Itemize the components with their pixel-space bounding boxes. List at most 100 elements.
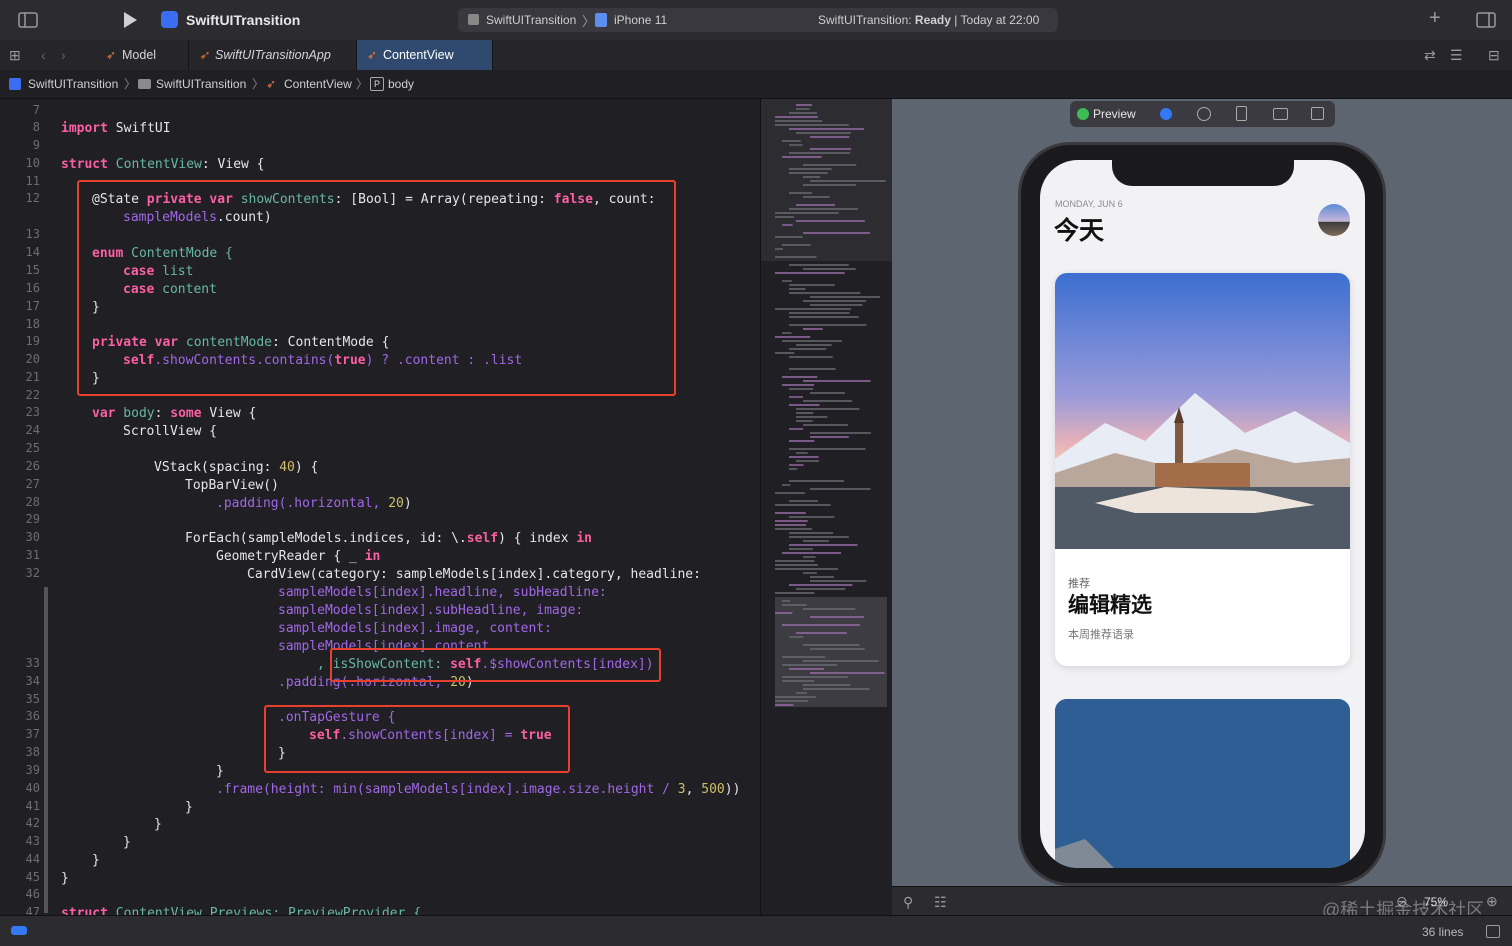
add-icon[interactable]: + [1429, 8, 1441, 28]
inspector-toggle-icon[interactable] [1476, 12, 1496, 32]
line-number: 45 [25, 870, 40, 884]
line-number: 9 [32, 138, 40, 152]
code-token: .frame(height: min(sampleModels[index].i… [216, 782, 678, 797]
code-token: sampleModels[index].image, content: [278, 621, 552, 636]
code-token: } [216, 764, 224, 779]
code-token: 500 [701, 782, 725, 797]
code-token: VStack(spacing: [154, 460, 280, 475]
code-token: in [576, 531, 593, 546]
code-line: CardView(category: sampleModels[index].c… [247, 566, 701, 584]
page-title: 今天 [1054, 217, 1105, 245]
swift-file-icon: ➶ [199, 48, 210, 62]
code-line: struct ContentView_Previews: PreviewProv… [61, 905, 421, 915]
scheme-status-bar: SwiftUITransition 〉 iPhone 11 SwiftUITra… [458, 8, 1058, 32]
line-number: 24 [25, 423, 40, 437]
line-number: 34 [25, 674, 40, 688]
forward-icon[interactable]: › [61, 47, 66, 63]
panel-toggle-icon[interactable] [1486, 925, 1500, 938]
line-number: 46 [25, 887, 40, 901]
line-number: 36 [25, 709, 40, 723]
device-notch [1112, 158, 1294, 186]
tab-contentview[interactable]: ➶ ContentView [357, 40, 493, 70]
rotate-icon[interactable] [1236, 106, 1247, 121]
code-token: } [61, 871, 69, 886]
chevron-right-icon: 〉 [356, 77, 369, 91]
code-line: .padding(.horizontal, 20) [216, 495, 412, 513]
status-bar: 36 lines [0, 915, 1512, 946]
swap-icon[interactable]: ⇄ [1424, 47, 1436, 63]
code-token: struct [61, 157, 108, 172]
back-icon[interactable]: ‹ [41, 47, 46, 63]
navigator-toggle-icon[interactable] [18, 12, 38, 32]
card-second[interactable] [1055, 699, 1350, 868]
chevron-right-icon: 〉 [582, 14, 596, 29]
scheme-selector[interactable]: SwiftUITransition [486, 13, 576, 27]
pin-icon[interactable]: ⚲ [903, 894, 913, 910]
line-number: 32 [25, 566, 40, 580]
breadcrumb-project[interactable]: SwiftUITransition [28, 77, 118, 91]
code-token: some [170, 406, 202, 421]
code-line: TopBarView() [185, 477, 279, 495]
highlight-box-ontapgesture [264, 705, 570, 773]
editor-options-icon[interactable]: ☰ [1450, 47, 1463, 63]
code-token: : View { [201, 157, 265, 172]
live-preview-icon[interactable] [1160, 108, 1172, 120]
inspect-icon[interactable] [1197, 107, 1211, 121]
device-selector[interactable]: iPhone 11 [614, 13, 667, 27]
code-token: )) [724, 782, 741, 797]
project-icon [9, 78, 21, 90]
folder-icon [138, 79, 151, 89]
line-number: 38 [25, 745, 40, 759]
code-editor[interactable]: 7 8 9 10 11 12 13 14 15 16 17 18 19 20 21 22 23 24 25 26 27 2… [0, 99, 760, 915]
line-number: 39 [25, 763, 40, 777]
preview-live-icon [1077, 108, 1089, 120]
preview-label[interactable]: Preview [1093, 107, 1136, 121]
code-token: ) [403, 496, 412, 511]
line-number: 31 [25, 548, 40, 562]
chevron-right-icon: 〉 [124, 77, 137, 91]
tab-label: Model [122, 48, 157, 62]
run-icon[interactable] [122, 11, 138, 33]
code-token: ContentView_Previews: PreviewProvider { [107, 906, 422, 915]
code-token: GeometryReader { _ [216, 549, 365, 564]
line-number: 13 [25, 227, 40, 241]
line-number: 11 [25, 174, 40, 188]
device-settings-icon[interactable] [1273, 108, 1288, 120]
date-label: MONDAY, JUN 6 [1055, 199, 1123, 209]
line-number: 35 [25, 692, 40, 706]
code-line: } [92, 852, 100, 870]
minimap[interactable] [760, 99, 892, 915]
code-token: 40 [279, 460, 295, 475]
code-token: ForEach(sampleModels.indices, id: \. [185, 531, 467, 546]
line-number: 17 [25, 299, 40, 313]
code-token: .padding(.horizontal, [216, 496, 389, 511]
code-token: ) { index [498, 531, 577, 546]
avatar[interactable] [1318, 204, 1350, 236]
breadcrumb-file[interactable]: ContentView [284, 77, 352, 91]
code-line: sampleModels[index].image, content: [278, 620, 552, 638]
preview-toolbar: Preview [1070, 101, 1335, 127]
line-count: 36 lines [1422, 925, 1464, 939]
build-status: SwiftUITransition: Ready | Today at 22:0… [818, 13, 1039, 27]
debug-area-toggle-icon[interactable] [11, 926, 27, 935]
breadcrumb-symbol[interactable]: body [388, 77, 414, 91]
code-line: } [123, 834, 131, 852]
tab-bar: ⊞ ‹ › ➶ Model ➶ SwiftUITransitionApp ➶ C… [0, 40, 1512, 71]
line-number: 21 [25, 370, 40, 384]
breadcrumb-folder[interactable]: SwiftUITransition [156, 77, 246, 91]
card-image [1055, 699, 1350, 868]
tab-swiftuitransitionapp[interactable]: ➶ SwiftUITransitionApp [189, 40, 357, 70]
settings-icon[interactable]: ☷ [934, 894, 947, 910]
card-editors-pick[interactable]: 推荐 编辑精选 本周推荐语录 [1055, 273, 1350, 666]
highlight-box-state-section [77, 180, 676, 396]
line-number: 16 [25, 281, 40, 295]
grid-icon[interactable]: ⊞ [9, 47, 21, 63]
tab-model[interactable]: ➶ Model [96, 40, 189, 70]
code-token: , [685, 782, 702, 797]
line-number: 40 [25, 781, 40, 795]
duplicate-preview-icon[interactable] [1311, 107, 1324, 120]
device-screen[interactable]: MONDAY, JUN 6 今天 推荐 编辑精选 本周推荐语录 [1040, 160, 1365, 868]
line-number: 27 [25, 477, 40, 491]
split-editor-icon[interactable]: ⊟ [1488, 47, 1500, 63]
zoom-in-icon[interactable]: ⊕ [1486, 893, 1498, 909]
